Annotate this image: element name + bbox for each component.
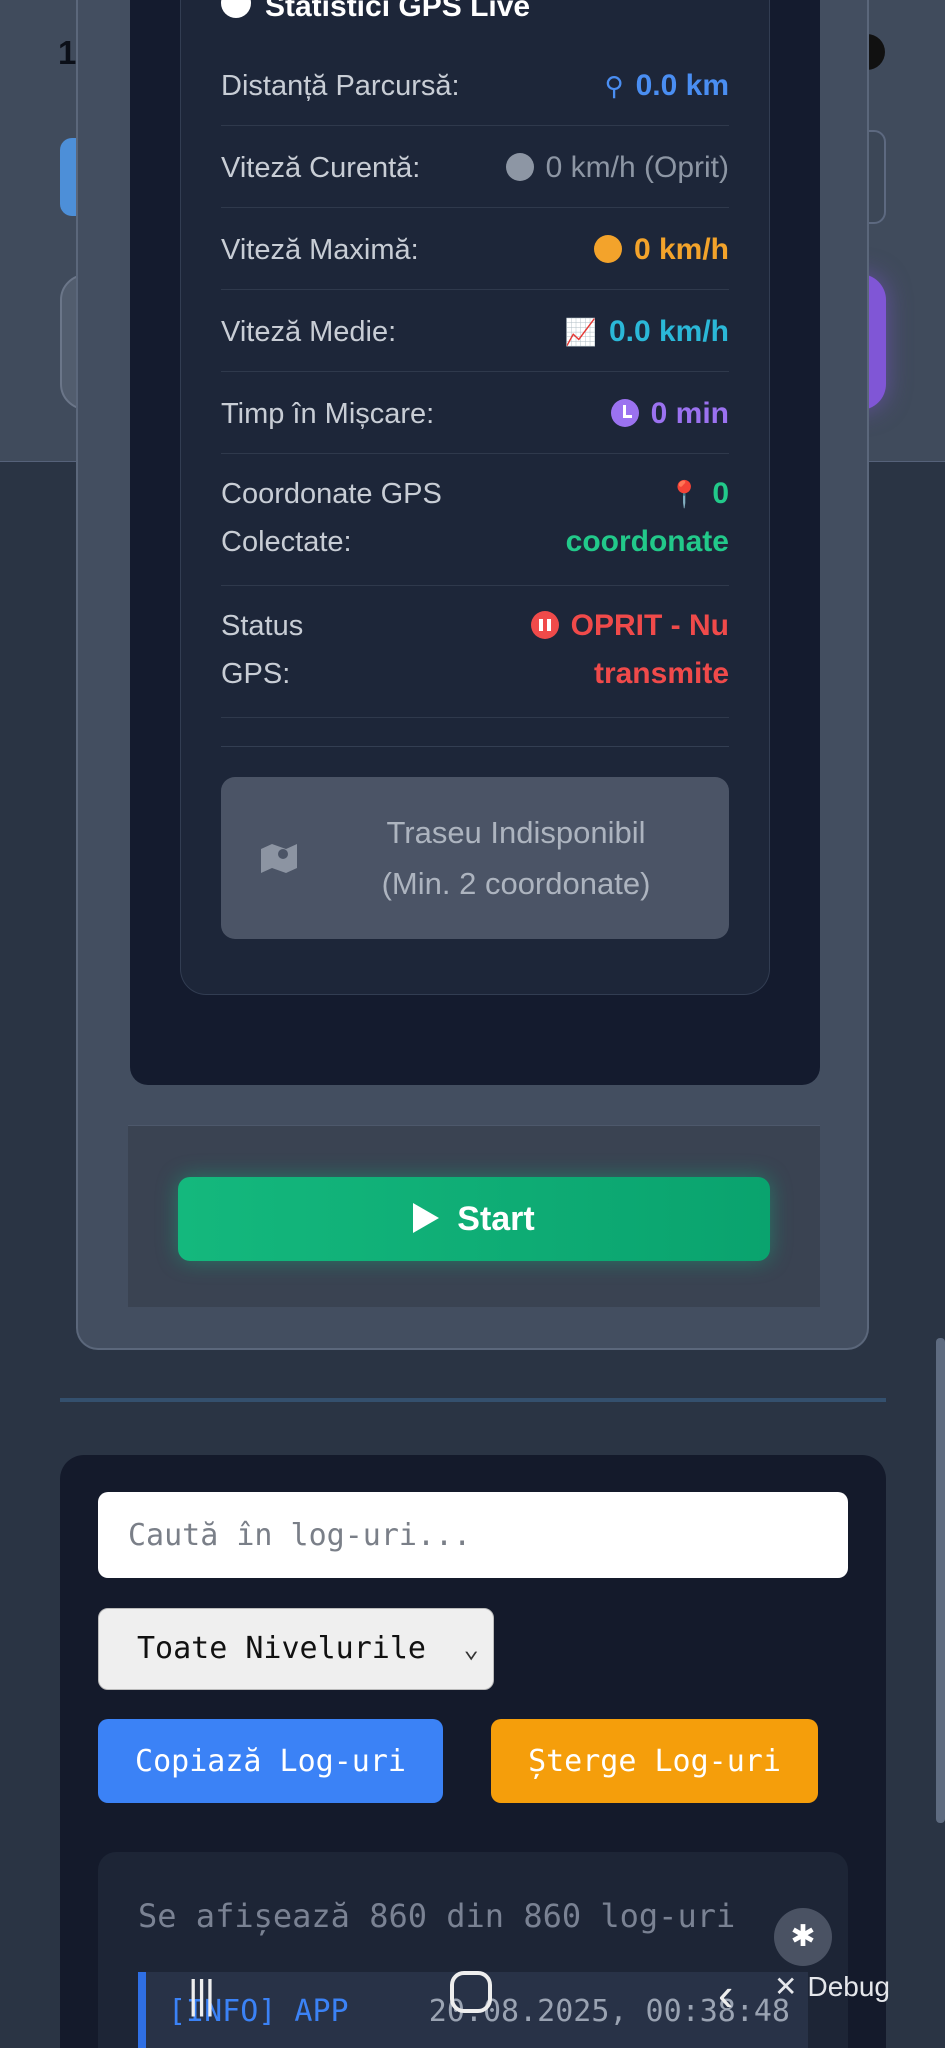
stat-label: Coordonate GPS Colectate:	[221, 478, 442, 558]
stat-value: ⚲ 0.0 km	[605, 62, 729, 110]
stat-label: Viteză Medie:	[221, 316, 397, 348]
chevron-down-icon: ⌄	[463, 1634, 479, 1664]
speedometer-icon	[505, 153, 534, 181]
stat-row-coordinates: Coordonate GPS Colectate: 📍 0 coordonate	[221, 454, 729, 586]
stat-value: 0 min	[610, 390, 729, 438]
map-icon	[261, 844, 297, 873]
start-section: Start	[128, 1125, 820, 1307]
stat-value: OPRIT - Nu transmite	[530, 602, 729, 698]
back-button[interactable]: ‹	[718, 1967, 733, 2021]
log-level-select[interactable]: Toate Nivelurile ⌄	[98, 1608, 494, 1690]
stats-title: Statistici GPS Live	[221, 0, 530, 24]
debug-bug-button[interactable]: ✱	[774, 1908, 832, 1966]
clock-icon	[610, 399, 639, 427]
stats-divider	[221, 746, 729, 747]
log-level-selected: Toate Nivelurile	[137, 1631, 426, 1666]
recent-apps-button[interactable]: |||	[188, 1973, 215, 2018]
stat-row-gps-status: Status GPS: OPRIT - Nu transmite	[221, 586, 729, 718]
gps-modal: Statistici GPS Live Distanță Parcursă: ⚲…	[76, 0, 869, 1350]
stat-label: Viteză Curentă:	[221, 152, 421, 184]
pause-circle-icon	[530, 611, 559, 639]
route-icon: ⚲	[604, 71, 624, 101]
stat-row-distance: Distanță Parcursă: ⚲ 0.0 km	[221, 62, 729, 126]
bug-icon: ✱	[790, 1920, 816, 1953]
start-button[interactable]: Start	[178, 1177, 770, 1261]
stat-value: 0 km/h (Oprit)	[505, 144, 729, 192]
debug-label: Debug	[807, 1971, 890, 2002]
map-pin-icon: 📍	[667, 479, 701, 509]
stat-label: Status GPS:	[221, 610, 304, 690]
scrollbar[interactable]	[936, 1338, 945, 1823]
stat-value: 0 km/h	[593, 226, 729, 274]
stat-row-avg-speed: Viteză Medie: 📈 0.0 km/h	[221, 290, 729, 372]
stat-row-max-speed: Viteză Maximă: 0 km/h	[221, 208, 729, 290]
route-button-text: Traseu Indisponibil (Min. 2 coordonate)	[381, 815, 651, 901]
log-count: Se afișează 860 din 860 log-uri	[138, 1897, 736, 1935]
gps-stats-card: Statistici GPS Live Distanță Parcursă: ⚲…	[180, 0, 770, 995]
clear-logs-button[interactable]: Șterge Log-uri	[491, 1719, 818, 1803]
log-search-input[interactable]	[98, 1492, 848, 1578]
route-unavailable-button[interactable]: Traseu Indisponibil (Min. 2 coordonate)	[221, 777, 729, 939]
section-divider	[60, 1398, 886, 1402]
play-icon	[413, 1203, 440, 1233]
stats-title-text: Statistici GPS Live	[265, 0, 531, 23]
chart-line-icon: 📈	[564, 317, 597, 347]
stat-row-current-speed: Viteză Curentă: 0 km/h (Oprit)	[221, 126, 729, 208]
stat-label: Viteză Maximă:	[221, 234, 419, 266]
debug-toggle[interactable]: ✕ Debug	[774, 1970, 900, 2003]
info-circle-icon	[221, 0, 251, 18]
stat-value: 📍 0 coordonate	[566, 470, 729, 566]
copy-logs-button[interactable]: Copiază Log-uri	[98, 1719, 443, 1803]
stat-row-moving-time: Timp în Mișcare: 0 min	[221, 372, 729, 454]
stats-container: Statistici GPS Live Distanță Parcursă: ⚲…	[130, 0, 820, 1085]
speedometer-icon	[593, 235, 622, 263]
tools-icon: ✕	[774, 1971, 798, 2002]
stat-label: Timp în Mișcare:	[221, 398, 435, 430]
stat-value: 📈 0.0 km/h	[565, 308, 729, 356]
stat-label: Distanță Parcursă:	[221, 70, 460, 102]
home-button[interactable]	[450, 1971, 492, 2013]
